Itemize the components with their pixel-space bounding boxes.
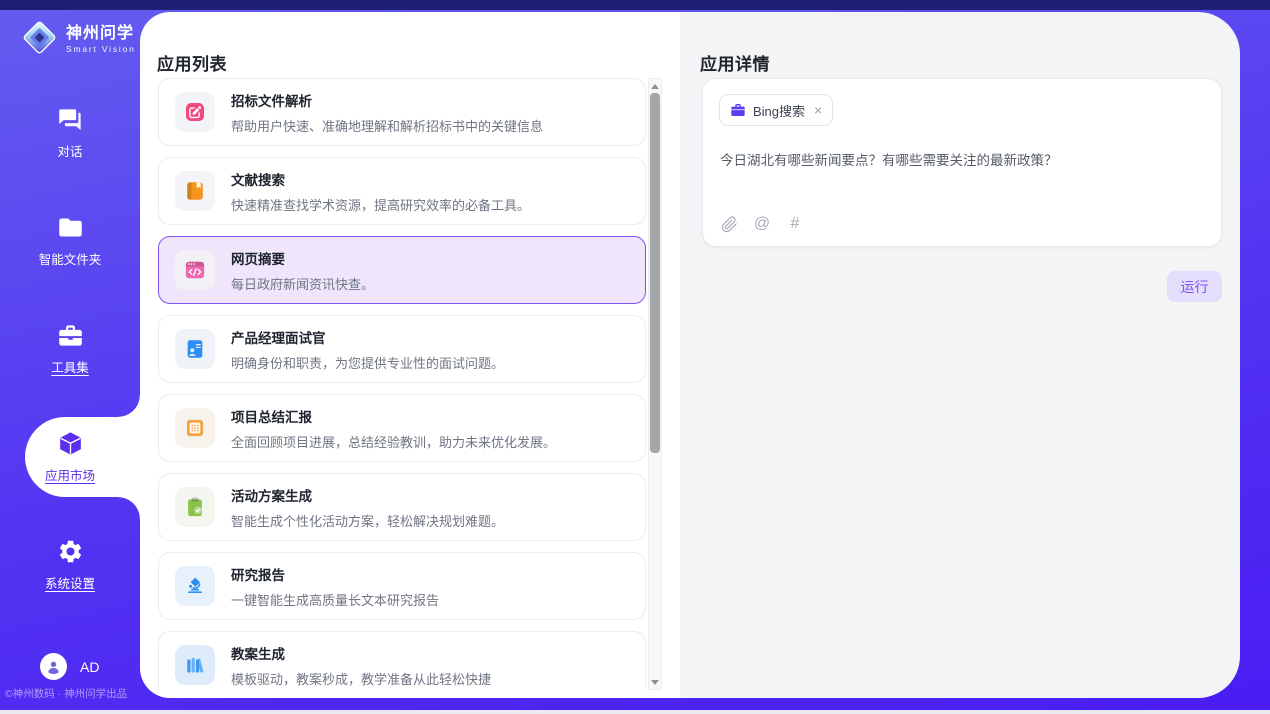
sidebar-item-chat[interactable]: 对话 xyxy=(0,79,140,187)
app-card[interactable]: 活动方案生成智能生成个性化活动方案，轻松解决规划难题。 xyxy=(158,473,646,541)
prompt-input-card[interactable]: Bing搜索 × 今日湖北有哪些新闻要点？有哪些需要关注的最新政策？ @# xyxy=(702,78,1222,247)
app-card-desc: 模板驱动，教案秒成，教学准备从此轻松快捷 xyxy=(231,669,491,688)
run-button[interactable]: 运行 xyxy=(1167,271,1222,302)
sidebar-item-folder[interactable]: 智能文件夹 xyxy=(0,187,140,295)
arrow-down-icon xyxy=(651,680,659,685)
chat-icon xyxy=(57,106,84,133)
app-card[interactable]: 研究报告一键智能生成高质量长文本研究报告 xyxy=(158,552,646,620)
app-list-pane: 应用列表 招标文件解析帮助用户快速、准确地理解和解析招标书中的关键信息文献搜索快… xyxy=(140,12,680,698)
app-card-title: 项目总结汇报 xyxy=(231,406,556,426)
copyright-text: ©神州数码 · 神州问学出品 xyxy=(5,686,127,701)
app-card-desc: 帮助用户快速、准确地理解和解析招标书中的关键信息 xyxy=(231,116,543,135)
gear-icon xyxy=(57,538,84,565)
microscope-icon xyxy=(175,566,215,606)
app-card[interactable]: 招标文件解析帮助用户快速、准确地理解和解析招标书中的关键信息 xyxy=(158,78,646,146)
app-card-desc: 智能生成个性化活动方案，轻松解决规划难题。 xyxy=(231,511,504,530)
app-card-title: 研究报告 xyxy=(231,564,439,584)
app-card-desc: 每日政府新闻资讯快查。 xyxy=(231,274,374,293)
app-card[interactable]: 网页摘要每日政府新闻资讯快查。 xyxy=(158,236,646,304)
doc-edit-icon xyxy=(175,92,215,132)
app-card-desc: 一键智能生成高质量长文本研究报告 xyxy=(231,590,439,609)
at-sign-icon[interactable]: @ xyxy=(753,215,771,233)
sidebar: 神州问学 Smart Vision 对话智能文件夹工具集应用市场系统设置 AD … xyxy=(0,10,140,710)
app-detail-title: 应用详情 xyxy=(700,50,770,75)
tool-chip-bing-search[interactable]: Bing搜索 × xyxy=(719,94,833,126)
app-card[interactable]: 文献搜索快速精准查找学术资源，提高研究效率的必备工具。 xyxy=(158,157,646,225)
logo-title: 神州问学 xyxy=(66,26,136,43)
tool-chip-label: Bing搜索 xyxy=(753,101,805,120)
app-card-desc: 快速精准查找学术资源，提高研究效率的必备工具。 xyxy=(231,195,530,214)
scroll-up-button[interactable] xyxy=(649,79,661,93)
app-list-title: 应用列表 xyxy=(157,50,227,75)
app-card[interactable]: 项目总结汇报全面回顾项目进展，总结经验教训，助力未来优化发展。 xyxy=(158,394,646,462)
app-logo: 神州问学 Smart Vision xyxy=(21,19,136,61)
logo-subtitle: Smart Vision xyxy=(66,45,136,54)
app-card-title: 活动方案生成 xyxy=(231,485,504,505)
user-avatar[interactable] xyxy=(40,653,67,680)
scrollbar-thumb[interactable] xyxy=(650,93,660,453)
cube-icon xyxy=(57,430,84,457)
sidebar-item-toolbox[interactable]: 工具集 xyxy=(0,295,140,403)
app-card-desc: 全面回顾项目进展，总结经验教训，助力未来优化发展。 xyxy=(231,432,556,451)
folder-icon xyxy=(57,214,84,241)
main-panels: 应用列表 招标文件解析帮助用户快速、准确地理解和解析招标书中的关键信息文献搜索快… xyxy=(140,12,1240,698)
app-card-title: 招标文件解析 xyxy=(231,90,543,110)
sidebar-nav: 对话智能文件夹工具集应用市场系统设置 xyxy=(0,79,140,619)
briefcase-icon xyxy=(730,102,746,118)
arrow-up-icon xyxy=(651,84,659,89)
app-card-title: 文献搜索 xyxy=(231,169,530,189)
book-icon xyxy=(175,171,215,211)
app-card-desc: 明确身份和职责，为您提供专业性的面试问题。 xyxy=(231,353,504,372)
app-detail-pane: 应用详情 Bing搜索 × 今日湖北有哪些新闻要点？有哪些需要关注的最新政策？ … xyxy=(680,12,1240,698)
input-toolbar: @# xyxy=(720,215,804,233)
note-grid-icon xyxy=(175,408,215,448)
sidebar-item-label: 工具集 xyxy=(51,357,89,376)
app-card[interactable]: 产品经理面试官明确身份和职责，为您提供专业性的面试问题。 xyxy=(158,315,646,383)
app-card-title: 产品经理面试官 xyxy=(231,327,504,347)
books-icon xyxy=(175,645,215,685)
browser-code-icon xyxy=(175,250,215,290)
sidebar-item-label: 对话 xyxy=(57,141,82,160)
sidebar-item-label: 应用市场 xyxy=(45,465,95,484)
sidebar-item-label: 系统设置 xyxy=(45,573,95,592)
diamond-logo-icon xyxy=(21,19,58,61)
resume-person-icon xyxy=(175,329,215,369)
bottom-strip xyxy=(0,710,1270,714)
app-list: 招标文件解析帮助用户快速、准确地理解和解析招标书中的关键信息文献搜索快速精准查找… xyxy=(158,78,646,690)
toolbox-icon xyxy=(57,322,84,349)
scrollbar[interactable] xyxy=(648,78,662,690)
scroll-down-button[interactable] xyxy=(649,675,661,689)
sidebar-item-label: 智能文件夹 xyxy=(39,249,102,268)
user-name: AD xyxy=(80,659,99,675)
active-pill xyxy=(25,417,140,497)
hash-icon[interactable]: # xyxy=(786,215,804,233)
app-card-title: 教案生成 xyxy=(231,643,491,663)
clipboard-check-icon xyxy=(175,487,215,527)
app-card[interactable]: 教案生成模板驱动，教案秒成，教学准备从此轻松快捷 xyxy=(158,631,646,690)
user-menu[interactable]: AD xyxy=(40,653,99,680)
close-icon[interactable]: × xyxy=(814,103,822,117)
query-text[interactable]: 今日湖北有哪些新闻要点？有哪些需要关注的最新政策？ xyxy=(720,149,1205,169)
paperclip-icon[interactable] xyxy=(720,215,738,233)
app-card-title: 网页摘要 xyxy=(231,248,374,268)
sidebar-item-gear[interactable]: 系统设置 xyxy=(0,511,140,619)
sidebar-item-cube[interactable]: 应用市场 xyxy=(0,403,140,511)
